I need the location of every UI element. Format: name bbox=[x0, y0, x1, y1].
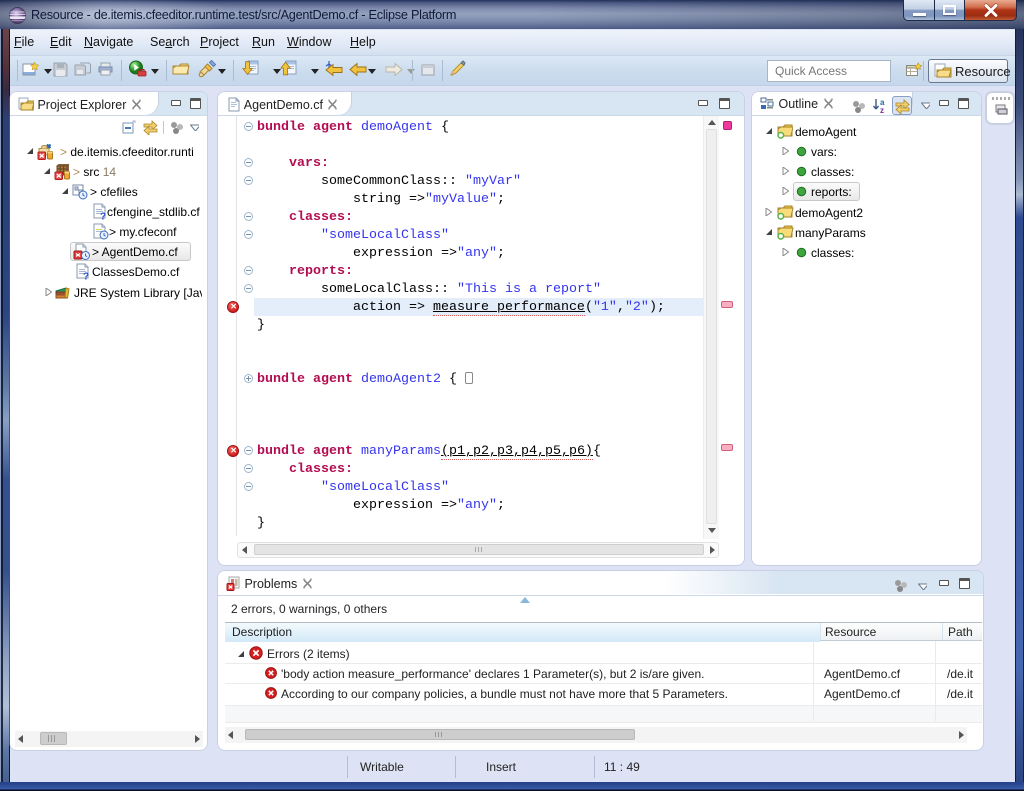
svg-text:?: ? bbox=[100, 212, 106, 221]
svg-text:?: ? bbox=[83, 272, 89, 281]
svg-text:z: z bbox=[880, 106, 884, 114]
